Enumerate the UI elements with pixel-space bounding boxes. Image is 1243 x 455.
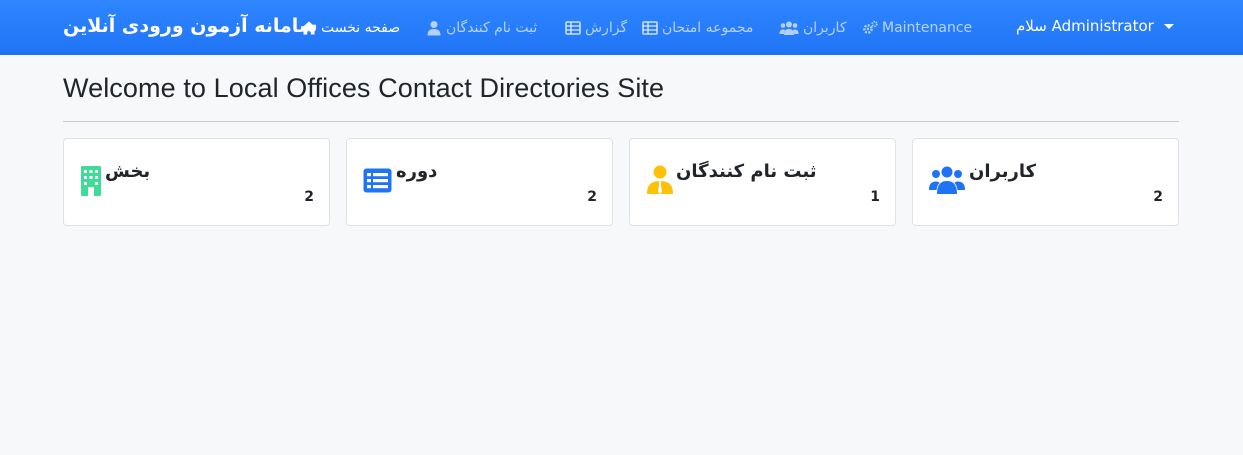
nav-item-maintenance[interactable]: Maintenance <box>862 18 972 38</box>
card-departments[interactable]: بخش 2 <box>63 138 330 226</box>
card-label: دوره <box>396 161 438 182</box>
home-icon <box>301 20 317 36</box>
user-tie-icon <box>646 165 674 198</box>
table-icon <box>565 20 581 36</box>
divider <box>63 121 1179 122</box>
card-label: کاربران <box>969 161 1037 182</box>
card-count: 2 <box>1153 189 1163 205</box>
nav-item-home[interactable]: صفحه نخست <box>301 18 400 38</box>
users-icon <box>779 20 799 36</box>
brand-title[interactable]: سامانه آزمون ورودی آنلاین <box>63 15 318 37</box>
card-label: ثبت نام کنندگان <box>676 161 817 182</box>
card-count: 2 <box>304 189 314 205</box>
nav-item-label: کاربران <box>803 20 847 36</box>
user-icon <box>426 20 442 36</box>
card-count: 1 <box>870 189 880 205</box>
users-icon <box>929 165 965 199</box>
card-label: بخش <box>105 161 151 182</box>
building-icon <box>80 166 102 200</box>
nav-item-registrants[interactable]: ثبت نام کنندگان <box>426 18 537 38</box>
nav-item-label: Maintenance <box>882 20 973 36</box>
nav-item-label: گزارش <box>585 20 628 36</box>
card-courses[interactable]: دوره 2 <box>346 138 613 226</box>
nav-item-report[interactable]: گزارش <box>565 18 627 38</box>
nav-item-label: صفحه نخست <box>321 20 401 36</box>
card-count: 2 <box>587 189 597 205</box>
gears-icon <box>862 20 878 36</box>
page-title: Welcome to Local Offices Contact Directo… <box>63 73 665 103</box>
user-menu-dropdown[interactable]: سلام Administrator <box>1016 17 1174 35</box>
nav-item-exam-set[interactable]: مجموعه امتحان <box>642 18 753 38</box>
nav-item-label: مجموعه امتحان <box>662 20 754 36</box>
user-greeting: سلام Administrator <box>1016 17 1154 35</box>
table-icon <box>642 20 658 36</box>
caret-down-icon <box>1163 23 1174 29</box>
card-registrants[interactable]: ثبت نام کنندگان 1 <box>629 138 896 226</box>
nav-item-users[interactable]: کاربران <box>779 18 846 38</box>
card-users[interactable]: کاربران 2 <box>912 138 1179 226</box>
nav-item-label: ثبت نام کنندگان <box>446 20 538 36</box>
top-navbar: سامانه آزمون ورودی آنلاین صفحه نخست ثبت … <box>0 0 1243 55</box>
list-icon <box>363 168 392 197</box>
